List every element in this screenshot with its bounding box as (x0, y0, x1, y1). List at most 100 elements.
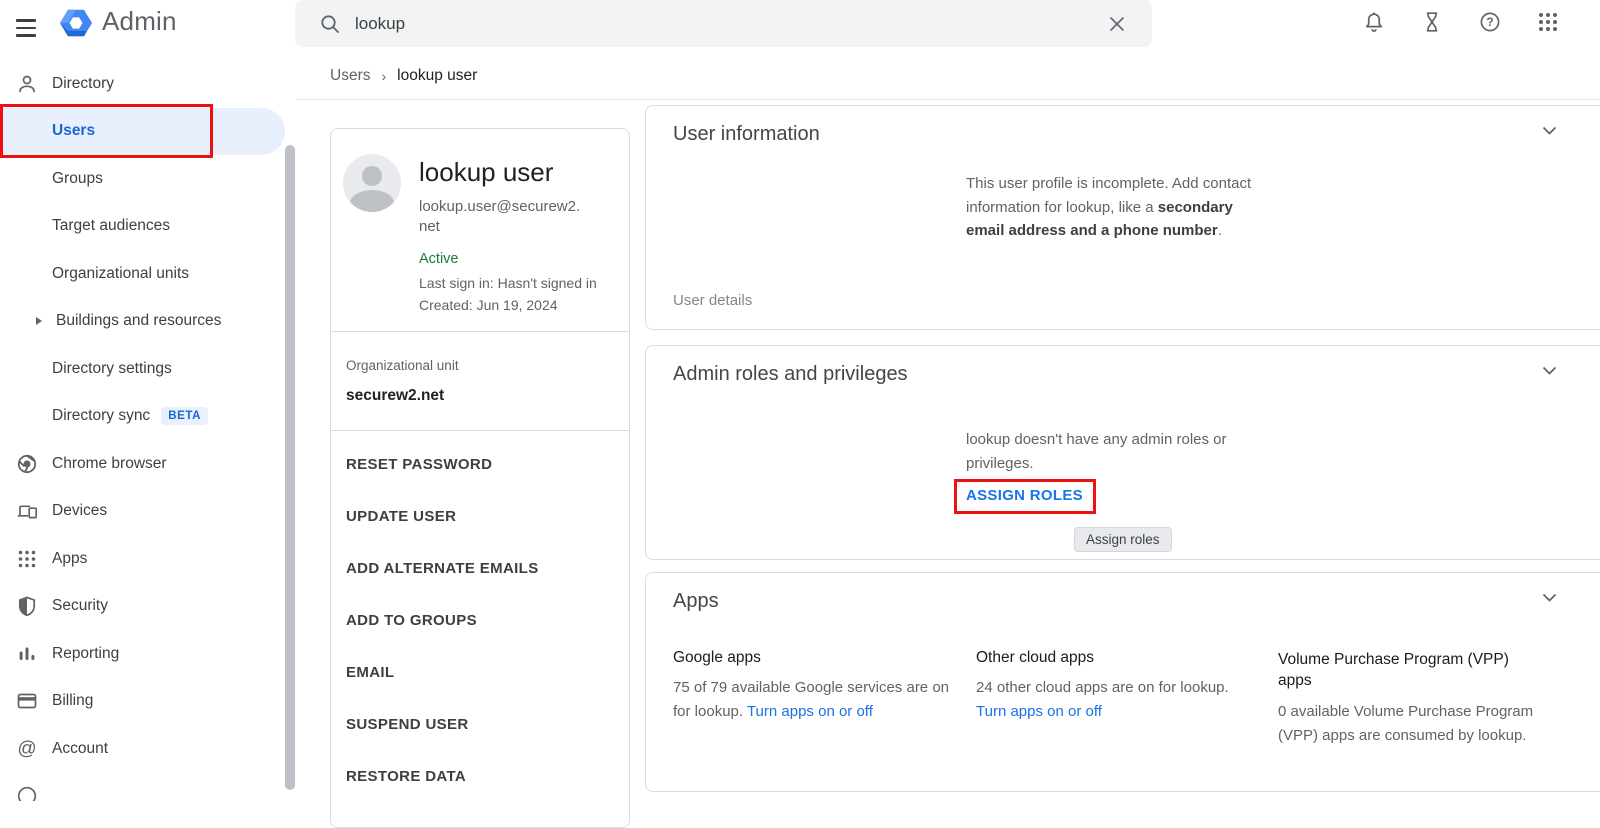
user-information-panel: User information This user profile is in… (645, 105, 1600, 330)
email-button[interactable]: EMAIL (331, 646, 629, 698)
no-roles-message: lookup doesn't have any admin roles or p… (966, 428, 1252, 475)
created-date: Created: Jun 19, 2024 (419, 295, 597, 317)
update-user-button[interactable]: UPDATE USER (331, 490, 629, 542)
org-unit-section: Organizational unit securew2.net (331, 332, 629, 430)
sidebar-item-target-audiences[interactable]: Target audiences (0, 203, 296, 251)
help-icon[interactable]: ? (1478, 10, 1502, 34)
sidebar-item-label: Buildings and resources (56, 312, 221, 330)
user-name: lookup user (419, 157, 553, 188)
restore-data-button[interactable]: RESTORE DATA (331, 750, 629, 802)
at-sign-icon: @ (15, 738, 39, 760)
sidebar-item-organizational-units[interactable]: Organizational units (0, 250, 296, 298)
user-actions-list: RESET PASSWORD UPDATE USER ADD ALTERNATE… (331, 431, 629, 802)
sidebar-item-directory-sync[interactable]: Directory sync BETA (0, 393, 296, 441)
content-divider (296, 99, 1600, 100)
add-alternate-emails-button[interactable]: ADD ALTERNATE EMAILS (331, 542, 629, 594)
suspend-user-button[interactable]: SUSPEND USER (331, 698, 629, 750)
apps-grid-icon (15, 548, 39, 570)
svg-text:?: ? (1486, 15, 1493, 29)
sidebar-item-label: Users (52, 122, 95, 140)
sidebar-item-security[interactable]: Security (0, 583, 296, 631)
panel-title: Admin roles and privileges (673, 363, 908, 386)
breadcrumb-users-link[interactable]: Users (330, 67, 370, 85)
chevron-down-icon[interactable] (1542, 593, 1557, 602)
sidebar-item-apps[interactable]: Apps (0, 535, 296, 583)
admin-roles-panel: Admin roles and privileges lookup doesn'… (645, 345, 1600, 560)
reset-password-button[interactable]: RESET PASSWORD (331, 438, 629, 490)
annotation-red-box: ASSIGN ROLES (954, 479, 1096, 514)
sidebar-item-label: Apps (52, 550, 87, 568)
sidebar-item-billing[interactable]: Billing (0, 678, 296, 726)
org-unit-value: securew2.net (346, 387, 444, 405)
apps-columns: Google apps 75 of 79 available Google se… (673, 649, 1564, 748)
sidebar-item-buildings-and-resources[interactable]: Buildings and resources (0, 298, 296, 346)
column-heading: Other cloud apps (976, 649, 1260, 667)
header-icon-cluster: ? (1362, 10, 1560, 34)
sidebar-item-directory[interactable]: Directory (0, 60, 296, 108)
apps-panel: Apps Google apps 75 of 79 available Goog… (645, 572, 1600, 792)
org-unit-label: Organizational unit (346, 358, 459, 373)
sidebar-item-directory-settings[interactable]: Directory settings (0, 345, 296, 393)
user-summary-card: lookup user lookup.user@securew2.net Act… (330, 128, 630, 828)
other-cloud-apps-column: Other cloud apps 24 other cloud apps are… (976, 649, 1260, 748)
sidebar-item-label: Chrome browser (52, 455, 167, 473)
assign-roles-button[interactable]: ASSIGN ROLES (966, 487, 1083, 504)
turn-apps-on-off-link[interactable]: Turn apps on or off (976, 703, 1102, 720)
tasks-hourglass-icon[interactable] (1420, 10, 1444, 34)
sidebar-item-label: Directory (52, 75, 114, 93)
menu-icon[interactable] (12, 12, 44, 44)
sidebar-item-label: Reporting (52, 645, 119, 663)
circle-icon (15, 785, 39, 801)
sidebar-nav: Directory Users Groups Target audiences … (0, 56, 296, 801)
sidebar-scrollbar[interactable] (285, 145, 295, 790)
chevron-down-icon[interactable] (1542, 126, 1557, 135)
chrome-icon (15, 453, 39, 475)
chevron-down-icon[interactable] (1542, 366, 1557, 375)
column-heading: Google apps (673, 649, 957, 667)
sidebar-item-account[interactable]: @ Account (0, 725, 296, 773)
column-body: 0 available Volume Purchase Program (VPP… (1278, 700, 1564, 748)
google-admin-logo (57, 4, 95, 42)
panel-title: User information (673, 123, 820, 146)
breadcrumb: Users › lookup user (330, 67, 477, 85)
shield-icon (15, 595, 39, 617)
clear-icon[interactable] (1106, 13, 1128, 35)
sidebar-item-label: Groups (52, 170, 103, 188)
expand-caret-icon[interactable] (36, 317, 42, 325)
beta-badge: BETA (161, 407, 208, 425)
admin-console-page: { "colors": { "accent_blue": "#1a73e8", … (0, 0, 1600, 801)
column-body: 75 of 79 available Google services are o… (673, 676, 957, 724)
user-email: lookup.user@securew2.net (419, 197, 587, 236)
google-apps-column: Google apps 75 of 79 available Google se… (673, 649, 957, 748)
sidebar-item-label: Directory sync (52, 407, 150, 425)
sidebar-item-label: Account (52, 740, 108, 758)
column-body: 24 other cloud apps are on for lookup. T… (976, 676, 1260, 724)
svg-text:@: @ (17, 738, 36, 759)
sidebar-item-groups[interactable]: Groups (0, 155, 296, 203)
bar-chart-icon (15, 643, 39, 665)
sidebar-item-devices[interactable]: Devices (0, 488, 296, 536)
sidebar-item-label: Organizational units (52, 265, 189, 283)
app-grid-icon[interactable] (1536, 10, 1560, 34)
product-name: Admin (102, 6, 177, 37)
devices-icon (15, 500, 39, 522)
notifications-icon[interactable] (1362, 10, 1386, 34)
breadcrumb-current: lookup user (397, 67, 477, 85)
incomplete-profile-message: This user profile is incomplete. Add con… (966, 172, 1252, 243)
add-to-groups-button[interactable]: ADD TO GROUPS (331, 594, 629, 646)
sidebar-item-users[interactable]: Users (0, 108, 296, 156)
sidebar-item-label: Security (52, 597, 108, 615)
credit-card-icon (15, 690, 39, 712)
search-input[interactable] (355, 14, 1005, 34)
user-profile-section: lookup user lookup.user@securew2.net Act… (331, 129, 629, 331)
sidebar-item-label: Devices (52, 502, 107, 520)
sidebar-item-label: Target audiences (52, 217, 170, 235)
search-bar[interactable] (295, 0, 1152, 47)
turn-apps-on-off-link[interactable]: Turn apps on or off (747, 703, 873, 720)
sidebar-item-partial[interactable] (0, 773, 296, 802)
vpp-apps-column: Volume Purchase Program (VPP) apps 0 ava… (1278, 649, 1564, 748)
sidebar-item-reporting[interactable]: Reporting (0, 630, 296, 678)
sidebar-item-chrome-browser[interactable]: Chrome browser (0, 440, 296, 488)
top-app-bar: Admin ? (0, 0, 1600, 56)
person-icon (15, 73, 39, 95)
